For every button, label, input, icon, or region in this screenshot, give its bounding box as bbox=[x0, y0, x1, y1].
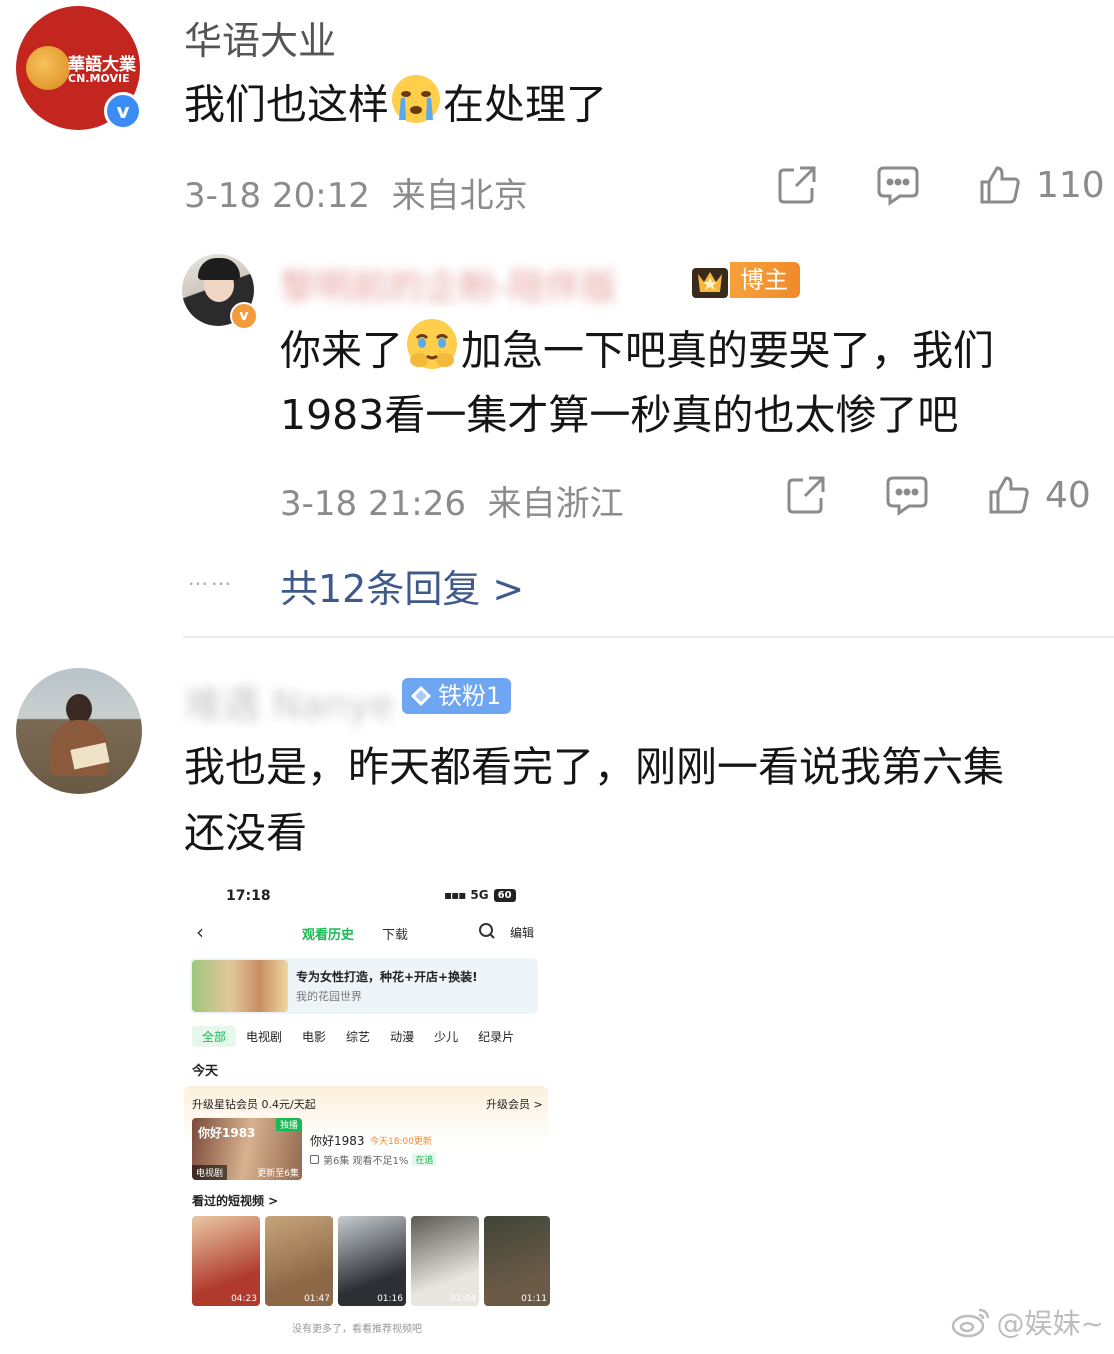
short-video-5[interactable]: 01:11 bbox=[484, 1216, 550, 1306]
episode-label: 更新至6集 bbox=[257, 1169, 299, 1179]
comment-time: 3-18 20:12 bbox=[184, 176, 370, 216]
crown-star-icon bbox=[692, 268, 728, 298]
avatar-logo-subtext: CN.MOVIE bbox=[68, 72, 130, 85]
short-video-3[interactable]: 01:16 bbox=[338, 1216, 406, 1306]
tab-download[interactable]: 下载 bbox=[382, 924, 408, 943]
username[interactable]: 华语大业 bbox=[184, 10, 336, 65]
category-documentary[interactable]: 纪录片 bbox=[468, 1026, 524, 1047]
edit-button[interactable]: 编辑 bbox=[510, 924, 534, 941]
vip-card[interactable]: 升级星钻会员 0.4元/天起 升级会员 > 你好1983 独播 电视剧 更新至6… bbox=[184, 1086, 548, 1182]
banner-title: 专为女性打造，种花+开店+换装! bbox=[296, 970, 478, 984]
crying-emoji-icon bbox=[389, 70, 443, 145]
comment-button[interactable] bbox=[876, 164, 920, 206]
reply-share-button[interactable] bbox=[785, 474, 827, 516]
comment-actions: 110 bbox=[776, 164, 1105, 206]
category-tv[interactable]: 电视剧 bbox=[236, 1026, 292, 1047]
following-tag: 在追 bbox=[412, 1153, 437, 1166]
attached-screenshot[interactable]: 17:18 ▪▪▪ 5G 60 ‹ 观看历史 下载 编辑 专为女性打造，种花+开… bbox=[180, 880, 550, 1340]
reply-text-line1: 你来了 加急一下吧真的要哭了，我们 bbox=[280, 316, 994, 391]
like-count: 110 bbox=[1036, 164, 1105, 206]
banner-image bbox=[192, 960, 288, 1012]
vip-text: 升级星钻会员 0.4元/天起 bbox=[192, 1098, 316, 1111]
category-bar: 全部 电视剧 电影 综艺 动漫 少儿 纪录片 bbox=[192, 1026, 524, 1047]
vip-upgrade-button[interactable]: 升级会员 > bbox=[486, 1096, 543, 1112]
reply-location: 来自浙江 bbox=[487, 484, 624, 524]
ad-banner[interactable]: 专为女性打造，种花+开店+换装! 我的花园世界 bbox=[190, 958, 538, 1014]
divider bbox=[183, 636, 1114, 638]
show-title: 你好1983 bbox=[310, 1134, 365, 1148]
logo-globe-icon bbox=[26, 46, 70, 90]
blogger-badge: 博主 bbox=[690, 260, 800, 300]
username-nanye[interactable]: 难遇 Nanye bbox=[184, 674, 394, 729]
comment-text: 我们也这样 在处理了 bbox=[184, 70, 607, 145]
comment-icon bbox=[877, 166, 919, 206]
reply-time: 3-18 21:26 bbox=[280, 484, 466, 524]
comment-meta: 3-18 20:12 来自北京 bbox=[184, 168, 528, 217]
signal-icon: ▪▪▪ bbox=[444, 888, 466, 902]
view-replies-link[interactable]: 共12条回复 > bbox=[280, 558, 524, 613]
back-icon[interactable]: ‹ bbox=[196, 920, 204, 944]
status-bar-right: ▪▪▪ 5G 60 bbox=[444, 888, 516, 902]
short-video-4[interactable]: 01:04 bbox=[411, 1216, 479, 1306]
comment-icon bbox=[886, 476, 928, 516]
share-button[interactable] bbox=[776, 164, 818, 206]
reply-like-count: 40 bbox=[1045, 474, 1091, 516]
episode-icon bbox=[310, 1155, 319, 1164]
category-anime[interactable]: 动漫 bbox=[380, 1026, 424, 1047]
update-time: 今天18:00更新 bbox=[370, 1137, 432, 1147]
verified-blue-icon: v bbox=[104, 92, 142, 130]
comment2-text-line1: 我也是，昨天都看完了，刚刚一看说我第六集 bbox=[184, 743, 1004, 791]
weibo-watermark: @娱妹~ bbox=[951, 1302, 1104, 1342]
category-variety[interactable]: 综艺 bbox=[336, 1026, 380, 1047]
list-end-text: 没有更多了，看看推荐视频吧 bbox=[292, 1324, 422, 1335]
iron-fan-badge: 铁粉1 bbox=[402, 678, 512, 714]
banner-subtitle: 我的花园世界 bbox=[296, 990, 362, 1003]
short-video-2[interactable]: 01:47 bbox=[265, 1216, 333, 1306]
status-time: 17:18 bbox=[226, 888, 271, 904]
exclusive-tag: 独播 bbox=[275, 1118, 302, 1131]
section-today: 今天 bbox=[192, 1064, 219, 1079]
category-movie[interactable]: 电影 bbox=[292, 1026, 336, 1047]
comment-location: 来自北京 bbox=[391, 176, 528, 216]
watch-progress: 第6集 观看不足1% 在追 bbox=[310, 1152, 437, 1167]
like-button[interactable]: 110 bbox=[978, 164, 1105, 206]
battery-icon: 60 bbox=[493, 888, 516, 902]
reply-username[interactable]: 黎明前的企盼-陪伴版 bbox=[280, 258, 617, 310]
avatar-nanye[interactable] bbox=[16, 668, 142, 794]
search-icon[interactable] bbox=[478, 922, 496, 944]
share-icon bbox=[778, 166, 816, 204]
category-kids[interactable]: 少儿 bbox=[424, 1026, 468, 1047]
more-dots: …… bbox=[188, 566, 234, 590]
reply-like-button[interactable]: 40 bbox=[987, 474, 1091, 516]
share-icon bbox=[787, 476, 825, 514]
reply-text-line2: 1983看一集才算一秒真的也太惨了吧 bbox=[280, 391, 959, 439]
reply-comment-button[interactable] bbox=[885, 474, 929, 516]
show-poster[interactable]: 你好1983 独播 电视剧 更新至6集 bbox=[192, 1118, 302, 1180]
poster-title: 你好1983 bbox=[198, 1126, 256, 1140]
verified-orange-icon: v bbox=[230, 302, 258, 330]
diamond-icon bbox=[411, 686, 431, 706]
thumbs-up-icon bbox=[989, 476, 1029, 514]
reply-meta: 3-18 21:26 来自浙江 bbox=[280, 476, 624, 525]
thumbs-up-icon bbox=[980, 166, 1020, 204]
comment2-text-line2: 还没看 bbox=[184, 809, 307, 857]
category-all[interactable]: 全部 bbox=[192, 1026, 237, 1047]
tv-label: 电视剧 bbox=[192, 1165, 228, 1180]
short-video-1[interactable]: 04:23 bbox=[192, 1216, 260, 1306]
reply-actions: 40 bbox=[785, 474, 1091, 516]
weibo-logo-icon bbox=[951, 1308, 989, 1338]
tab-history[interactable]: 观看历史 bbox=[302, 924, 354, 943]
tearful-emoji-icon bbox=[403, 316, 461, 391]
short-video-title[interactable]: 看过的短视频 > bbox=[192, 1192, 278, 1209]
